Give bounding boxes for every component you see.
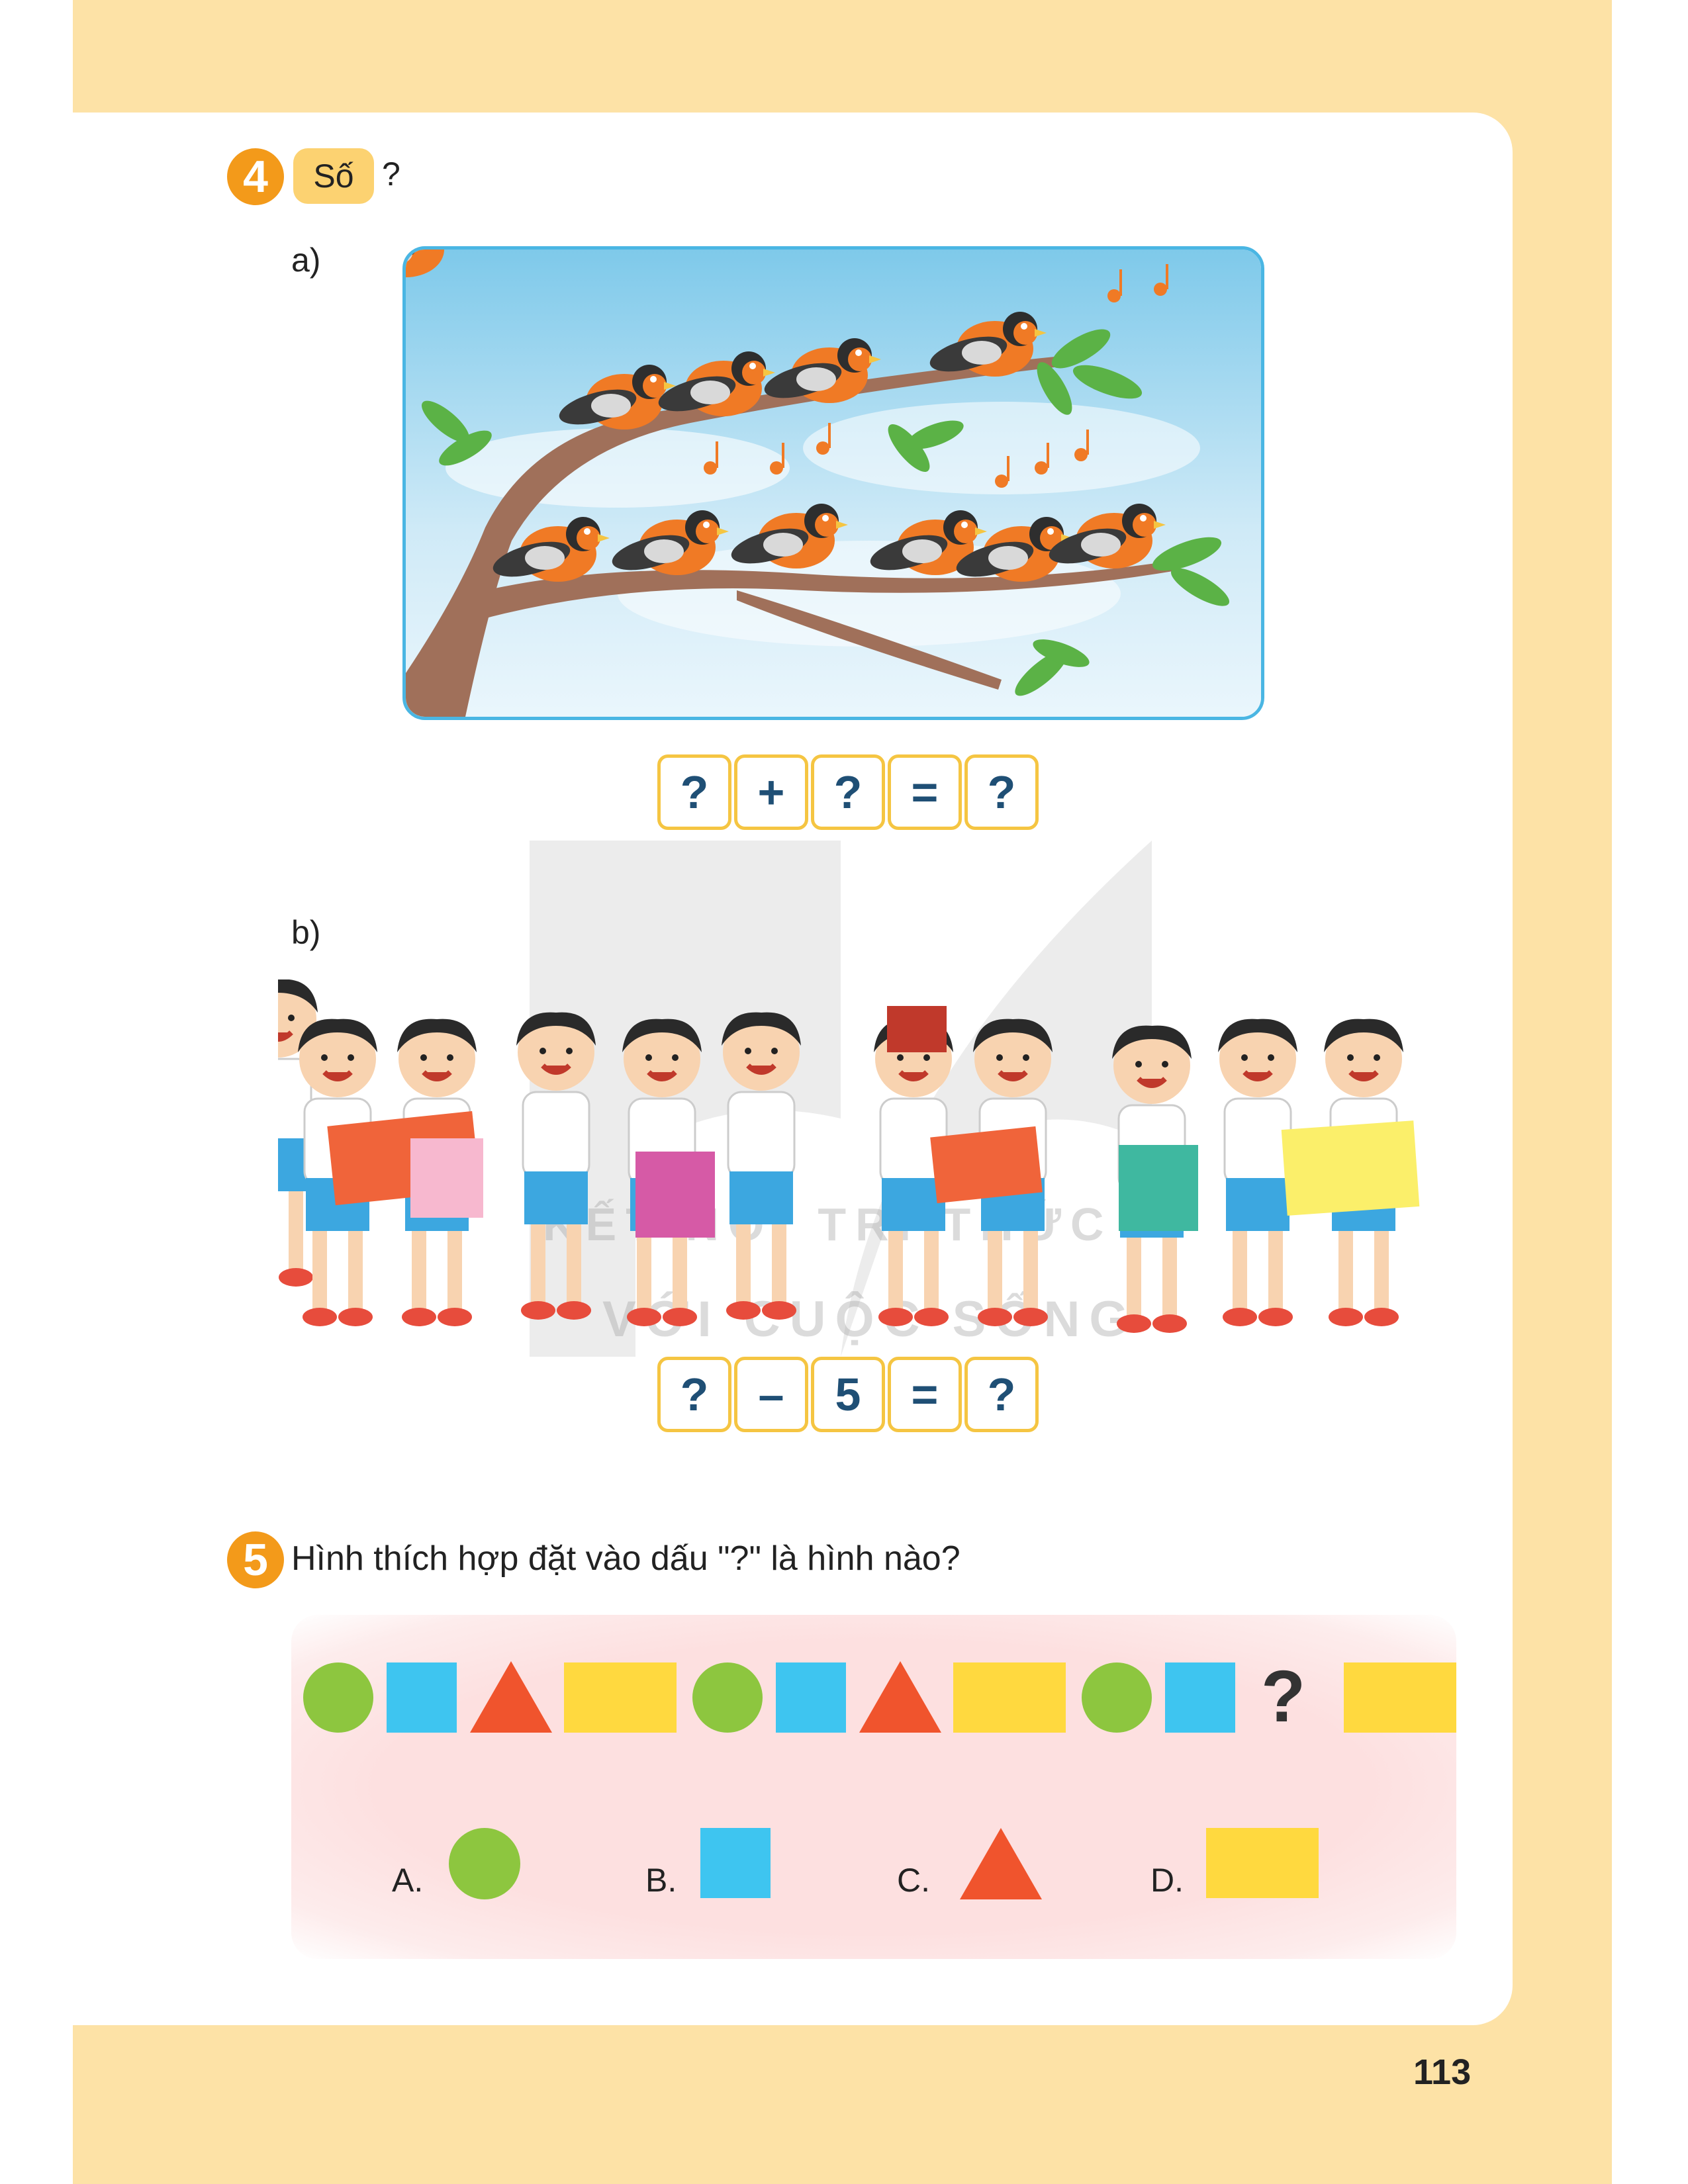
- exercise-4-badge: 4: [227, 148, 284, 205]
- exercise-4-question-mark: ?: [382, 156, 400, 193]
- option-b-label[interactable]: B.: [645, 1861, 677, 1899]
- sequence-triangle-1: [470, 1661, 552, 1733]
- sequence-triangle-2: [859, 1661, 941, 1733]
- sequence-square-1: [387, 1662, 457, 1733]
- exercise-5-badge: 5: [227, 1531, 284, 1588]
- sequence-rectangle-1: [564, 1662, 677, 1733]
- exercise-4-tag: Số: [293, 148, 374, 204]
- equation-b-number: 5: [811, 1357, 885, 1432]
- birds-on-branch-illustration: [402, 246, 1264, 720]
- children-singing-illustration: [278, 979, 1483, 1357]
- part-a-label: a): [291, 242, 321, 279]
- equation-b-operator: –: [734, 1357, 808, 1432]
- equation-b-result[interactable]: ?: [964, 1357, 1039, 1432]
- option-c-triangle[interactable]: [960, 1828, 1042, 1899]
- sequence-rectangle-2: [953, 1662, 1066, 1733]
- part-b-label: b): [291, 914, 321, 951]
- equation-a-result[interactable]: ?: [964, 754, 1039, 830]
- page-number: 113: [1413, 2052, 1472, 2092]
- option-a-label[interactable]: A.: [392, 1861, 423, 1899]
- sequence-circle-3: [1082, 1662, 1152, 1733]
- sequence-circle-1: [303, 1662, 373, 1733]
- sequence-missing-mark: ?: [1261, 1656, 1306, 1737]
- option-a-circle[interactable]: [449, 1828, 520, 1899]
- equation-part-a: ? + ? = ?: [657, 754, 1041, 830]
- equation-a-box-1[interactable]: ?: [657, 754, 731, 830]
- equation-part-b: ? – 5 = ?: [657, 1357, 1041, 1432]
- sequence-circle-2: [692, 1662, 763, 1733]
- equation-a-box-2[interactable]: ?: [811, 754, 885, 830]
- equation-a-equals: =: [888, 754, 962, 830]
- equation-b-box-1[interactable]: ?: [657, 1357, 731, 1432]
- equation-b-equals: =: [888, 1357, 962, 1432]
- sequence-square-3: [1165, 1662, 1235, 1733]
- option-c-label[interactable]: C.: [897, 1861, 930, 1899]
- sequence-rectangle-3: [1344, 1662, 1456, 1733]
- option-d-label[interactable]: D.: [1150, 1861, 1184, 1899]
- option-b-square[interactable]: [700, 1828, 771, 1898]
- exercise-5-question: Hình thích hợp đặt vào dấu "?" là hình n…: [291, 1539, 961, 1578]
- equation-a-operator: +: [734, 754, 808, 830]
- sequence-square-2: [776, 1662, 846, 1733]
- option-d-rectangle[interactable]: [1206, 1828, 1319, 1898]
